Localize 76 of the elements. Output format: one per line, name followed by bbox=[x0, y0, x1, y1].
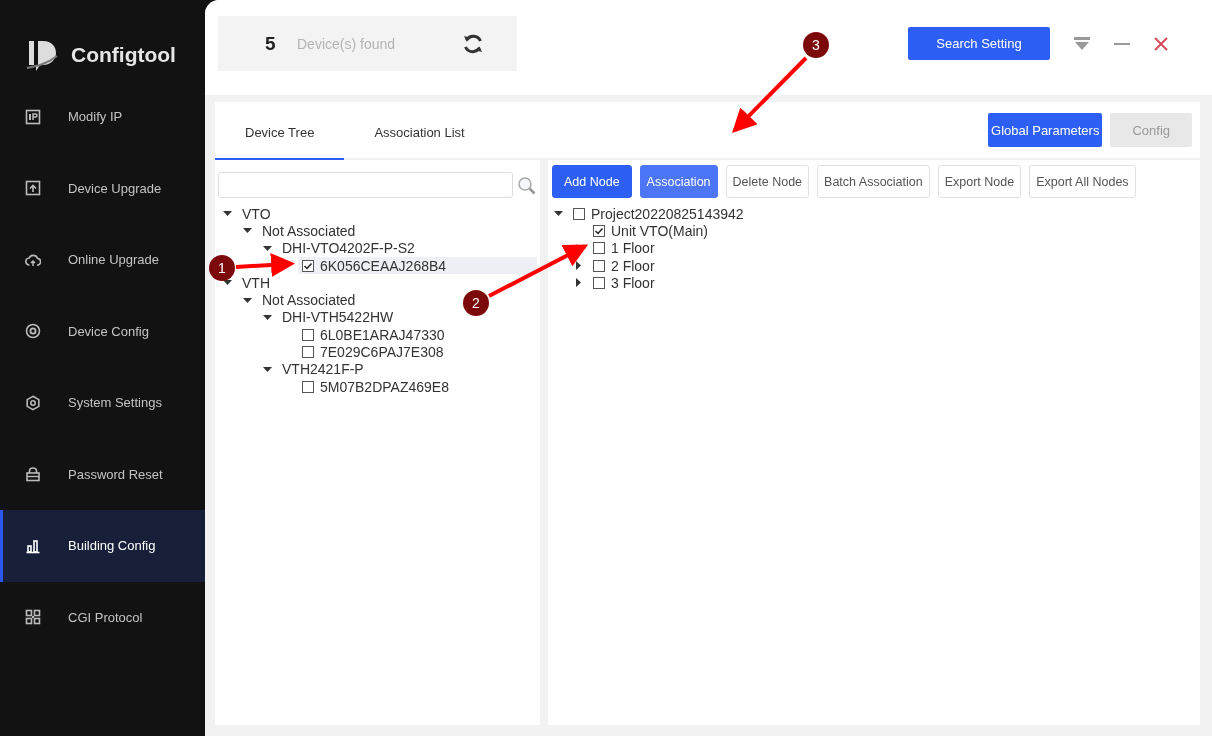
tree-node-label: DHI-VTH5422HW bbox=[282, 309, 394, 326]
tree-node-label: Unit VTO(Main) bbox=[611, 222, 708, 239]
toolbar-button[interactable]: Add Node bbox=[552, 165, 632, 198]
sidebar-item[interactable]: Modify IP bbox=[0, 81, 205, 153]
expanded-caret-icon[interactable] bbox=[243, 295, 252, 305]
checkbox[interactable] bbox=[593, 242, 605, 255]
tree-node-label: VTH2421F-P bbox=[282, 361, 364, 378]
expanded-caret-icon[interactable] bbox=[554, 209, 563, 219]
sidebar-item[interactable]: System Settings bbox=[0, 367, 205, 439]
upload-icon bbox=[25, 180, 41, 197]
tree-node-label: 3 Floor bbox=[611, 274, 655, 291]
expanded-caret-icon[interactable] bbox=[223, 209, 232, 219]
search-setting-button[interactable]: Search Setting bbox=[908, 27, 1050, 60]
sidebar-item[interactable]: Building Config bbox=[0, 510, 205, 582]
app-title: Configtool bbox=[71, 43, 176, 67]
tree-row-highlight[interactable]: 6K056CEAAJ268B4 bbox=[298, 256, 537, 275]
collapsed-caret-icon[interactable] bbox=[574, 261, 583, 271]
close-icon[interactable] bbox=[1154, 36, 1168, 51]
search-icon[interactable] bbox=[517, 175, 536, 195]
toolbar-button[interactable]: Batch Association bbox=[817, 165, 930, 198]
tree-node-label: 6L0BE1ARAJ47330 bbox=[320, 326, 445, 343]
tree-node-label: VTH bbox=[242, 274, 270, 291]
checkbox[interactable] bbox=[302, 380, 314, 393]
tree-node-label: Not Associated bbox=[262, 292, 356, 309]
tree-node-label: 5M07B2DPAZ469E8 bbox=[320, 378, 449, 395]
expanded-caret-icon[interactable] bbox=[263, 243, 272, 253]
checkbox[interactable] bbox=[573, 207, 585, 220]
tree-node-label: DHI-VTO4202F-P-S2 bbox=[282, 240, 415, 257]
expanded-caret-icon[interactable] bbox=[223, 278, 232, 288]
device-count-label: Device(s) found bbox=[297, 35, 397, 52]
sidebar-item[interactable]: Password Reset bbox=[0, 438, 205, 510]
tab[interactable]: Association List bbox=[344, 107, 495, 160]
collapsed-caret-icon[interactable] bbox=[574, 278, 583, 288]
hexagon-gear-icon bbox=[25, 394, 41, 411]
tree-row-highlight[interactable]: 7E029C6PAJ7E308 bbox=[298, 343, 537, 361]
ip-icon bbox=[25, 108, 41, 125]
checkbox[interactable] bbox=[593, 224, 605, 237]
checkbox[interactable] bbox=[302, 346, 314, 358]
toolbar-button[interactable]: Export All Nodes bbox=[1029, 165, 1136, 198]
checkbox[interactable] bbox=[302, 259, 314, 272]
callout-number: 2 bbox=[463, 290, 489, 316]
refresh-icon[interactable] bbox=[463, 32, 483, 55]
checkbox[interactable] bbox=[593, 276, 605, 289]
target-icon bbox=[25, 323, 41, 340]
tree-row-highlight[interactable]: 6L0BE1ARAJ47330 bbox=[298, 326, 537, 344]
checkbox[interactable] bbox=[302, 328, 314, 341]
device-count: 5 bbox=[265, 32, 277, 55]
tree-node-label: Not Associated bbox=[262, 222, 356, 239]
bar-chart-icon bbox=[25, 537, 41, 554]
expanded-caret-icon[interactable] bbox=[263, 364, 272, 374]
sidebar-item[interactable]: Device Upgrade bbox=[0, 152, 205, 224]
toolbar-button[interactable]: Association bbox=[639, 165, 718, 198]
expanded-caret-icon[interactable] bbox=[263, 312, 272, 322]
tree-node-label: VTO bbox=[242, 205, 271, 222]
checkbox[interactable] bbox=[593, 259, 605, 272]
callout-number: 3 bbox=[803, 32, 829, 58]
expanded-caret-icon[interactable] bbox=[243, 226, 252, 236]
toolbar-button[interactable]: Delete Node bbox=[725, 165, 810, 198]
sidebar-item[interactable]: CGI Protocol bbox=[0, 581, 205, 653]
lock-box-icon bbox=[25, 466, 41, 483]
callout-number: 1 bbox=[209, 255, 235, 281]
tree-node-label: 6K056CEAAJ268B4 bbox=[320, 257, 447, 274]
dropdown-icon[interactable] bbox=[1074, 37, 1090, 50]
tree-node-label: 2 Floor bbox=[611, 257, 655, 274]
tree-node-label: 7E029C6PAJ7E308 bbox=[320, 344, 444, 360]
callout-arrow bbox=[235, 253, 295, 277]
sidebar-item[interactable]: Device Config bbox=[0, 295, 205, 367]
tree-node-label: 1 Floor bbox=[611, 240, 655, 257]
global-parameters-button[interactable]: Global Parameters bbox=[988, 113, 1103, 147]
toolbar-button[interactable]: Export Node bbox=[937, 165, 1022, 198]
search-field[interactable] bbox=[218, 172, 513, 198]
minimize-icon[interactable] bbox=[1114, 42, 1130, 45]
tree-row-highlight[interactable]: 5M07B2DPAZ469E8 bbox=[298, 377, 537, 396]
grid-icon bbox=[25, 609, 41, 626]
tree-node-label: Project20220825143942 bbox=[591, 205, 744, 222]
sidebar-item[interactable]: Online Upgrade bbox=[0, 224, 205, 296]
